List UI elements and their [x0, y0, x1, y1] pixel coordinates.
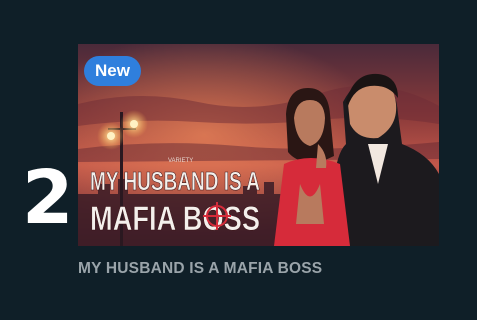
- show-title[interactable]: MY HUSBAND IS A MAFIA BOSS: [78, 258, 322, 280]
- poster-title-line1: MY HUSBAND IS A: [90, 166, 260, 196]
- poster-title-line2: MAFIA BOSS: [90, 200, 260, 238]
- rank-number: 2: [22, 155, 73, 241]
- new-badge: New: [84, 56, 141, 86]
- poster-small-text: VARIETY: [168, 158, 193, 164]
- show-card[interactable]: VARIETY MY HUSBAND IS A MAFIA BOSS New: [78, 44, 439, 246]
